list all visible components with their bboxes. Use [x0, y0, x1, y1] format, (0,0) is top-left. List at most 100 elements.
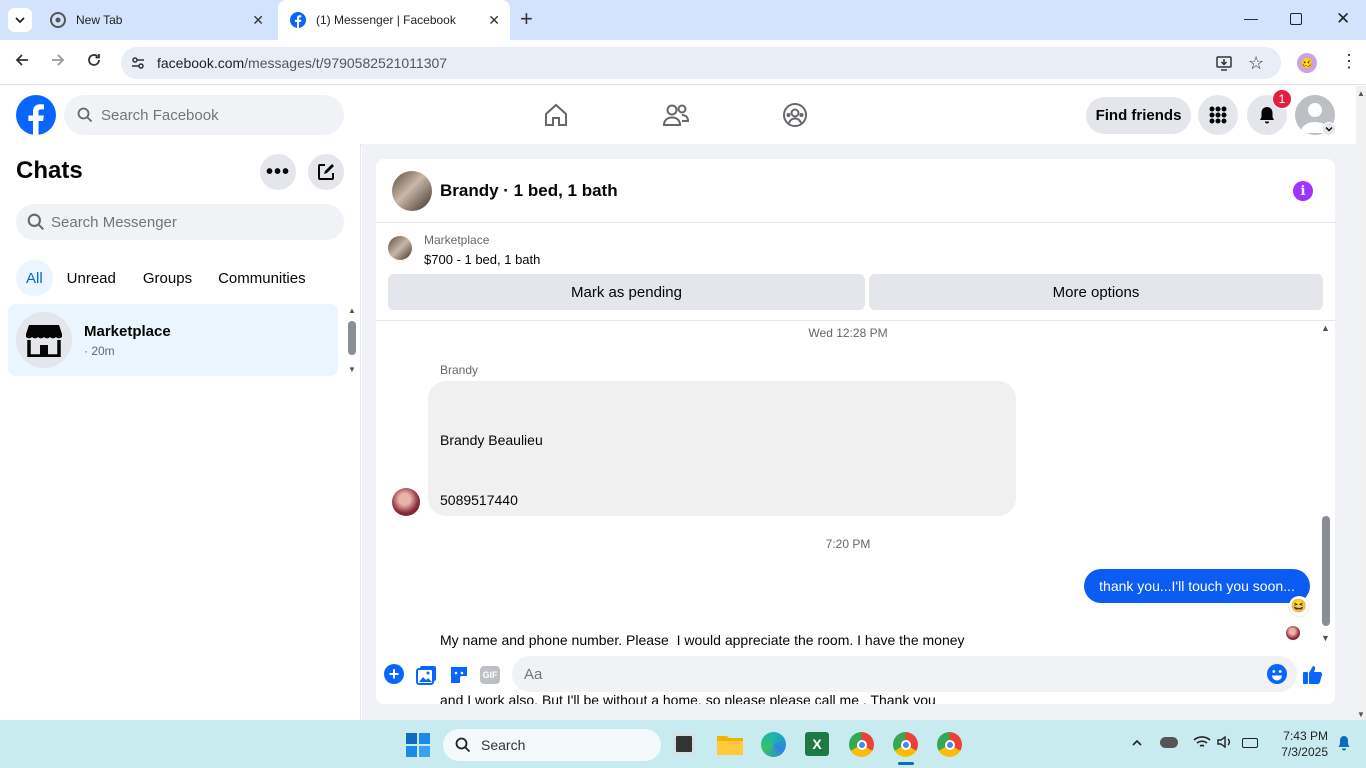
messages-scrollbar[interactable]: ▲ ▼	[1320, 323, 1332, 643]
conversation-panel: Brandy · 1 bed, 1 bath i Marketplace $70…	[376, 159, 1335, 704]
filter-all[interactable]: All	[16, 260, 53, 296]
bell-icon	[1260, 107, 1274, 124]
plus-icon[interactable]: +	[384, 664, 404, 684]
more-options-button[interactable]: More options	[869, 274, 1323, 310]
message-composer[interactable]	[512, 656, 1297, 692]
facebook-logo-icon[interactable]	[16, 95, 56, 140]
search-icon	[455, 737, 471, 753]
new-message-button[interactable]	[308, 154, 344, 190]
notification-bell-icon[interactable]	[1337, 735, 1351, 756]
listing-avatar[interactable]	[392, 171, 432, 211]
emoji-icon[interactable]	[1267, 664, 1287, 684]
messenger-search-input[interactable]	[51, 213, 311, 231]
chat-name: Marketplace	[84, 323, 171, 340]
more-icon: •••	[265, 161, 290, 183]
find-friends-button[interactable]: Find friends	[1086, 97, 1191, 134]
clock-date[interactable]: 7/3/2025	[1262, 745, 1328, 759]
gif-icon[interactable]: GIF	[480, 666, 500, 684]
message-line: Brandy Beaulieu	[440, 432, 543, 448]
file-explorer-icon[interactable]	[717, 733, 743, 760]
reload-icon[interactable]	[85, 51, 103, 74]
tab-messenger[interactable]: (1) Messenger | Facebook ✕	[278, 0, 510, 40]
new-tab-button[interactable]: +	[520, 8, 533, 30]
search-icon	[27, 213, 45, 231]
facebook-search[interactable]	[64, 95, 344, 135]
home-icon[interactable]	[543, 102, 569, 133]
conversation-title[interactable]: Brandy · 1 bed, 1 bath	[440, 181, 618, 201]
message-input[interactable]	[524, 665, 1224, 683]
windows-start-icon[interactable]	[406, 733, 430, 762]
site-info-icon[interactable]	[130, 55, 146, 76]
sender-avatar	[392, 488, 420, 516]
search-icon	[77, 107, 93, 123]
page-scrollbar[interactable]: ▲ ▼	[1356, 86, 1366, 720]
groups-icon[interactable]	[782, 102, 808, 133]
volume-icon[interactable]	[1217, 735, 1233, 754]
listing-thumbnail[interactable]	[388, 236, 412, 260]
facebook-search-input[interactable]	[101, 106, 321, 124]
browser-menu-icon[interactable]: ⋮	[1340, 52, 1358, 70]
message-line: and I work also. But I'll be without a h…	[440, 692, 936, 704]
close-icon[interactable]: ✕	[252, 12, 264, 29]
filter-communities[interactable]: Communities	[207, 260, 317, 296]
install-app-icon[interactable]	[1215, 54, 1233, 77]
messenger-search[interactable]	[16, 204, 344, 240]
taskbar-search-label: Search	[481, 737, 526, 753]
friends-icon[interactable]	[662, 102, 690, 133]
url-path: /messages/t/9790582521011307	[244, 55, 448, 71]
info-icon[interactable]: i	[1293, 181, 1313, 201]
tab-new-tab[interactable]: New Tab ✕	[38, 0, 274, 40]
battery-icon[interactable]	[1242, 738, 1258, 748]
sidebar-title: Chats	[16, 157, 83, 184]
excel-icon[interactable]: X	[805, 732, 829, 756]
message-reaction[interactable]: 😆	[1289, 596, 1309, 616]
filter-unread[interactable]: Unread	[55, 260, 128, 296]
account-chevron-icon[interactable]	[1322, 122, 1336, 136]
message-line: My name and phone number. Please I would…	[440, 632, 965, 648]
tab-search-button[interactable]	[8, 8, 32, 32]
notification-badge: 1	[1272, 89, 1292, 109]
facebook-icon	[290, 12, 306, 28]
store-icon	[26, 325, 62, 357]
chevron-up-icon[interactable]	[1131, 736, 1143, 754]
marketplace-avatar	[16, 312, 72, 368]
sidebar-scrollbar[interactable]: ▲ ▼	[346, 306, 358, 374]
filter-groups[interactable]: Groups	[130, 260, 205, 296]
menu-button[interactable]	[1198, 95, 1238, 135]
back-icon[interactable]	[13, 51, 31, 74]
task-view-icon[interactable]	[674, 734, 694, 754]
chat-options-button[interactable]: •••	[260, 154, 296, 190]
chrome-second-icon[interactable]	[937, 732, 962, 757]
edge-icon[interactable]	[761, 732, 786, 757]
window-close-button[interactable]: ✕	[1336, 9, 1350, 29]
incoming-message[interactable]: Brandy Beaulieu 5089517440 My name and p…	[428, 381, 1016, 704]
forward-icon[interactable]	[49, 51, 67, 74]
taskbar-search[interactable]: Search	[443, 729, 661, 761]
chat-meta: · 20m	[84, 344, 115, 358]
mark-pending-button[interactable]: Mark as pending	[388, 274, 865, 310]
wifi-icon[interactable]	[1193, 735, 1211, 754]
listing-summary[interactable]: $700 - 1 bed, 1 bath	[424, 252, 540, 267]
minimize-button[interactable]: —	[1244, 10, 1258, 26]
chat-list-item[interactable]: Marketplace · 20m	[8, 304, 338, 376]
address-bar[interactable]: facebook.com/messages/t/9790582521011307…	[121, 47, 1281, 79]
active-app-indicator	[898, 762, 914, 765]
clock-time[interactable]: 7:43 PM	[1268, 729, 1328, 743]
profile-avatar-icon[interactable]: 🥴	[1297, 53, 1317, 73]
outgoing-message[interactable]: thank you...I'll touch you soon...	[1084, 569, 1310, 603]
chrome-profile-icon[interactable]	[849, 732, 874, 757]
restore-button[interactable]	[1290, 13, 1302, 25]
read-receipt-avatar	[1286, 626, 1300, 640]
chrome-icon	[50, 12, 66, 28]
bookmark-star-icon[interactable]: ☆	[1248, 53, 1264, 74]
divider	[376, 320, 1335, 321]
onedrive-icon[interactable]	[1160, 737, 1178, 748]
windows-taskbar: Search X 7:43 PM 7/3/2025	[0, 720, 1366, 768]
chrome-active-icon[interactable]	[893, 732, 918, 757]
like-icon[interactable]	[1302, 663, 1324, 690]
close-icon[interactable]: ✕	[488, 12, 500, 29]
url-text: facebook.com/messages/t/9790582521011307	[157, 55, 447, 71]
chat-filters: All Unread Groups Communities	[16, 260, 317, 296]
sticker-icon[interactable]	[448, 664, 470, 691]
photo-icon[interactable]	[416, 664, 438, 691]
